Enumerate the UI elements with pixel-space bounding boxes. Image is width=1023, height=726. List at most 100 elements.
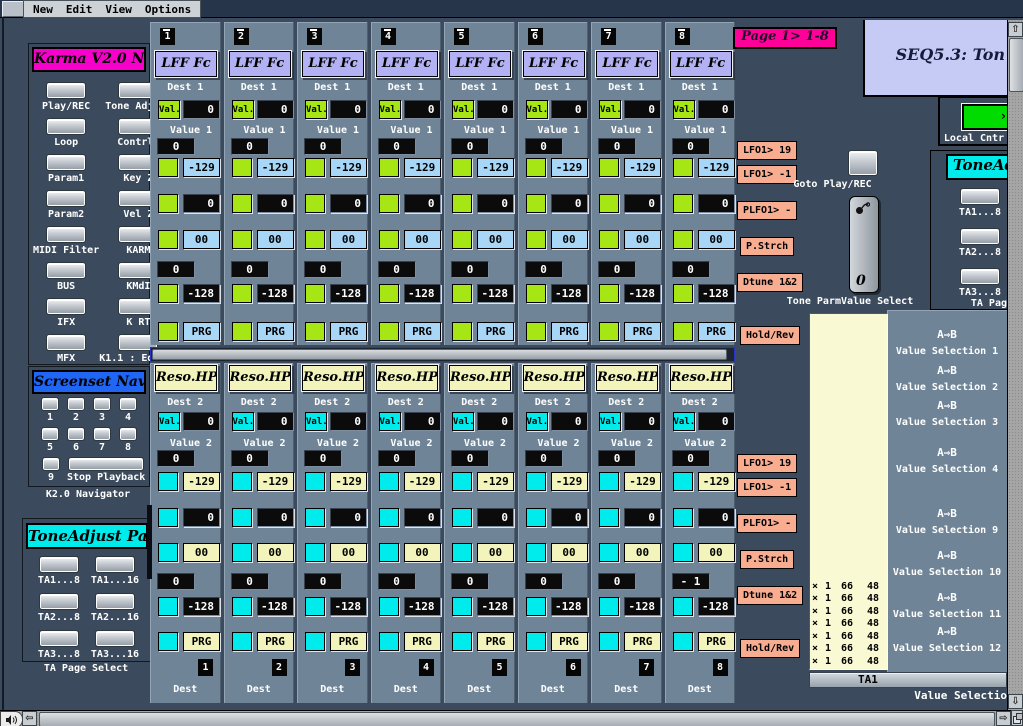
ta-list-row[interactable]: × 1 66 48: [810, 606, 887, 619]
value-display[interactable]: 0: [257, 100, 294, 119]
select-square[interactable]: [305, 158, 325, 177]
value-display[interactable]: 0: [551, 100, 588, 119]
select-square[interactable]: [599, 597, 619, 616]
select-square[interactable]: [526, 472, 546, 491]
divider-thumb[interactable]: [152, 349, 727, 360]
select-square[interactable]: [526, 230, 546, 249]
select-square[interactable]: [158, 230, 178, 249]
aux-display-2[interactable]: - 1: [672, 573, 710, 590]
aux-display-2[interactable]: 0: [231, 573, 269, 590]
value-selection-item[interactable]: A⇒B Value Selection 10: [887, 549, 1007, 578]
select-square[interactable]: [673, 597, 693, 616]
menu-item[interactable]: Edit: [66, 3, 93, 16]
dest1-param-button[interactable]: LFF Fc: [376, 51, 438, 77]
prg-display[interactable]: PRG: [183, 632, 220, 651]
value-display-dark[interactable]: -128: [624, 284, 661, 303]
select-square[interactable]: [379, 284, 399, 303]
dest1-param-button[interactable]: LFF Fc: [596, 51, 658, 77]
select-square[interactable]: [526, 597, 546, 616]
screenset-button[interactable]: [94, 428, 110, 440]
vertical-scrollbar[interactable]: ⇧ ⇩: [1007, 20, 1023, 710]
select-square[interactable]: [673, 284, 693, 303]
value-selection-item[interactable]: A⇒B Value Selection 9: [887, 507, 1007, 536]
range-display[interactable]: 00: [257, 543, 294, 562]
ta-list-row[interactable]: × 1 66 48: [810, 643, 887, 656]
dest2-param-button[interactable]: Reso.HP: [155, 365, 217, 391]
aux-display-1[interactable]: 0: [598, 450, 636, 467]
range-display[interactable]: -129: [698, 158, 735, 177]
value-display[interactable]: 0: [183, 412, 220, 431]
value-display-dark[interactable]: -128: [551, 284, 588, 303]
nav-button[interactable]: [40, 631, 78, 646]
select-square[interactable]: [379, 597, 399, 616]
value-display[interactable]: 0: [330, 412, 367, 431]
value-display-dark[interactable]: -128: [551, 597, 588, 616]
nav-button[interactable]: [47, 155, 85, 170]
value-selection-item[interactable]: A⇒B Value Selection 2: [887, 364, 1007, 393]
aux-display-2[interactable]: 0: [598, 261, 636, 278]
ta-list-row[interactable]: × 1 66 48: [810, 656, 887, 669]
select-square[interactable]: [232, 230, 252, 249]
range-display[interactable]: -129: [624, 472, 661, 491]
select-square[interactable]: [305, 194, 325, 213]
select-square[interactable]: [673, 632, 693, 651]
nav-button[interactable]: [47, 119, 85, 134]
select-square[interactable]: [158, 158, 178, 177]
value-display-dark[interactable]: -128: [477, 284, 514, 303]
select-square[interactable]: [526, 158, 546, 177]
select-square[interactable]: [599, 543, 619, 562]
window-control-box[interactable]: [2, 1, 24, 17]
select-square[interactable]: [526, 284, 546, 303]
select-square[interactable]: [379, 322, 399, 341]
prg-display[interactable]: PRG: [551, 322, 588, 341]
value-display[interactable]: 0: [183, 100, 220, 119]
nav-button[interactable]: [961, 229, 999, 244]
select-square[interactable]: [452, 632, 472, 651]
dest1-param-button[interactable]: LFF Fc: [229, 51, 291, 77]
value-display-dark[interactable]: -128: [257, 597, 294, 616]
horizontal-scroll-thumb[interactable]: [39, 712, 995, 726]
value-display-dark[interactable]: 0: [183, 508, 220, 527]
nav-button[interactable]: [47, 335, 85, 350]
value-display[interactable]: 0: [698, 412, 735, 431]
prg-display[interactable]: PRG: [257, 632, 294, 651]
mod-assignment-label[interactable]: LFO1> 19: [737, 141, 797, 160]
prg-display[interactable]: PRG: [551, 632, 588, 651]
aux-display-1[interactable]: 0: [231, 450, 269, 467]
select-square[interactable]: [673, 158, 693, 177]
select-square[interactable]: [452, 284, 472, 303]
select-square[interactable]: [379, 230, 399, 249]
aux-display-1[interactable]: 0: [378, 138, 416, 155]
screenset-button[interactable]: [42, 428, 58, 440]
select-square[interactable]: [452, 508, 472, 527]
range-display[interactable]: 00: [257, 230, 294, 249]
prg-display[interactable]: PRG: [330, 322, 367, 341]
select-square[interactable]: [379, 194, 399, 213]
dest1-param-button[interactable]: LFF Fc: [155, 51, 217, 77]
ta-value-list[interactable]: × 1 66 48 × 1 66 48 × 1 66 48 × 1 66 48 …: [809, 313, 888, 670]
local-cntrl-button[interactable]: ›: [962, 104, 1012, 130]
value-selection-item[interactable]: A⇒B Value Selection 3: [887, 399, 1007, 428]
select-square[interactable]: [158, 597, 178, 616]
mod-assignment-label[interactable]: Dtune 1&2: [737, 273, 803, 292]
select-square[interactable]: [599, 632, 619, 651]
section-divider-slider[interactable]: [150, 347, 735, 362]
speaker-icon[interactable]: [0, 711, 23, 726]
stop-playback-button[interactable]: [69, 458, 143, 470]
range-display[interactable]: -129: [183, 158, 220, 177]
range-display[interactable]: -129: [404, 158, 441, 177]
select-square[interactable]: [599, 472, 619, 491]
range-display[interactable]: 00: [183, 230, 220, 249]
ta-list-row[interactable]: × 1 66 48: [810, 631, 887, 644]
select-square[interactable]: [305, 508, 325, 527]
select-square[interactable]: [158, 194, 178, 213]
range-display[interactable]: -129: [257, 472, 294, 491]
value-display-dark[interactable]: -128: [624, 597, 661, 616]
nav-button[interactable]: [961, 189, 999, 204]
value-display[interactable]: 0: [477, 412, 514, 431]
value-display[interactable]: 0: [404, 100, 441, 119]
value-display-dark[interactable]: -128: [330, 284, 367, 303]
value-display-dark[interactable]: -128: [257, 284, 294, 303]
scroll-right-arrow-icon[interactable]: ⇨: [996, 711, 1011, 726]
value-display-dark[interactable]: 0: [698, 508, 735, 527]
